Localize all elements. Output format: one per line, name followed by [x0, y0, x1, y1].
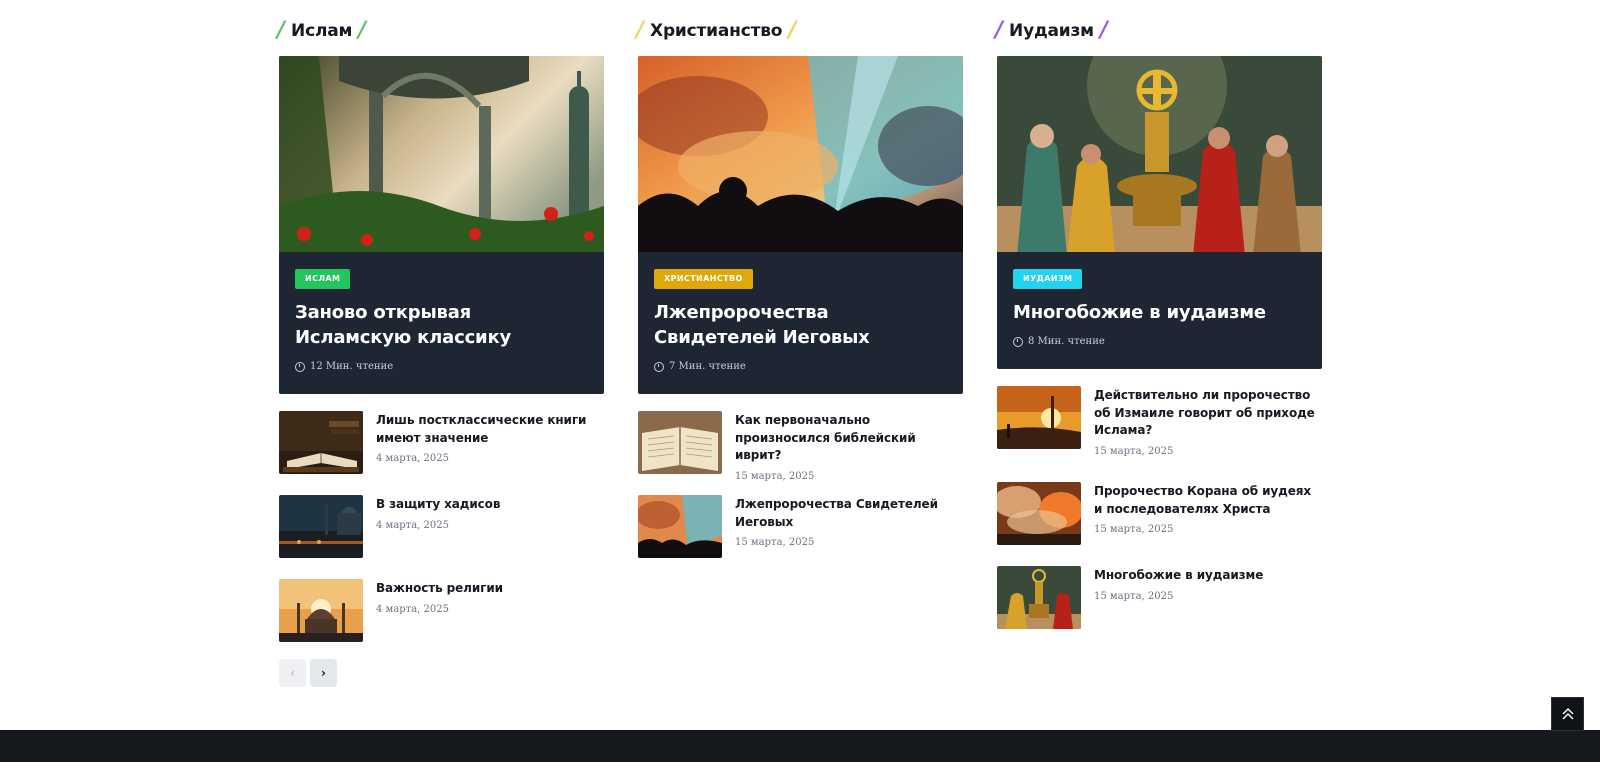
list-item[interactable]: Действительно ли пророчество об Измаиле …	[997, 386, 1322, 462]
section-islam: / Ислам / ИСЛАМ Заново открывая Исламску…	[277, 16, 604, 663]
read-time-text: 12 Мин. чтение	[310, 361, 394, 372]
read-time-text: 8 Мин. чтение	[1028, 336, 1105, 347]
featured-image[interactable]	[279, 56, 604, 252]
featured-title[interactable]: Лжепророчества Свидетелей Иеговых	[654, 300, 947, 350]
post-thumbnail[interactable]	[997, 482, 1081, 545]
list-item[interactable]: Как первоначально произносился библейски…	[638, 411, 963, 482]
double-chevron-up-icon	[1562, 708, 1573, 720]
section-title[interactable]: Христианство	[650, 21, 782, 41]
slash-left: /	[995, 18, 1004, 43]
post-thumbnail[interactable]	[997, 566, 1081, 629]
read-time-text: 7 Мин. чтение	[669, 361, 746, 372]
slash-left: /	[277, 18, 286, 43]
section-header: / Христианство /	[636, 16, 963, 46]
idol-worship-image	[997, 56, 1322, 252]
post-thumbnail[interactable]	[279, 579, 363, 642]
post-list: Лишь постклассические книги имеют значен…	[279, 411, 604, 643]
featured-title[interactable]: Заново открывая Исламскую классику	[295, 300, 588, 350]
post-title[interactable]: Как первоначально произносился библейски…	[735, 412, 963, 465]
post-title[interactable]: Важность религии	[376, 580, 503, 598]
list-item[interactable]: Пророчество Корана об иудеях и последова…	[997, 482, 1322, 546]
post-list: Как первоначально произносился библейски…	[638, 411, 963, 559]
heaven-crowd-thumb-image	[638, 495, 722, 558]
post-title[interactable]: Пророчество Корана об иудеях и последова…	[1094, 483, 1322, 518]
section-header: / Иудаизм /	[995, 16, 1322, 46]
post-date: 15 марта, 2025	[735, 470, 815, 482]
slash-right: /	[1099, 18, 1108, 43]
post-date: 4 марта, 2025	[376, 603, 449, 615]
slash-right: /	[358, 18, 367, 43]
section-header: / Ислам /	[277, 16, 604, 46]
slash-right: /	[788, 18, 797, 43]
category-badge[interactable]: Иудаизм	[1013, 269, 1083, 289]
stopwatch-icon	[654, 361, 664, 372]
post-thumbnail[interactable]	[638, 411, 722, 474]
read-time: 8 Мин. чтение	[1013, 336, 1306, 347]
next-page-button[interactable]: ›	[310, 659, 337, 687]
post-thumbnail[interactable]	[997, 386, 1081, 449]
pagination: ‹ ›	[279, 659, 337, 687]
section-christianity: / Христианство / ХРИСТИАНСТВО Лжепророче…	[636, 16, 963, 579]
featured-image[interactable]	[638, 56, 963, 252]
post-date: 15 марта, 2025	[1094, 524, 1174, 535]
old-books-image	[279, 411, 363, 474]
list-item[interactable]: Важность религии 4 марта, 2025	[279, 579, 604, 643]
category-badge[interactable]: Ислам	[295, 269, 351, 289]
open-bible-image	[638, 411, 722, 474]
post-date: 4 марта, 2025	[376, 453, 449, 464]
slash-left: /	[636, 18, 645, 43]
sunset-mosque-image	[279, 579, 363, 642]
heaven-crowd-image	[638, 56, 963, 252]
prev-page-button[interactable]: ‹	[279, 659, 306, 687]
list-item[interactable]: Многобожие в иудаизме 15 марта, 2025	[997, 566, 1322, 630]
stopwatch-icon	[1013, 336, 1023, 347]
section-title[interactable]: Ислам	[291, 21, 352, 41]
read-time: 7 Мин. чтение	[654, 361, 947, 372]
post-title[interactable]: Лжепророчества Свидетелей Иеговых	[735, 496, 963, 531]
post-date: 15 марта, 2025	[735, 537, 815, 548]
post-title[interactable]: В защиту хадисов	[376, 496, 500, 514]
post-thumbnail[interactable]	[638, 495, 722, 558]
section-judaism: / Иудаизм / ИУДАИЗМ Многобожие в иудаизм…	[995, 16, 1322, 650]
night-mosque-image	[279, 495, 363, 558]
post-thumbnail[interactable]	[279, 411, 363, 474]
post-thumbnail[interactable]	[279, 495, 363, 558]
post-title[interactable]: Многобожие в иудаизме	[1094, 567, 1263, 585]
fire-clouds-image	[997, 482, 1081, 545]
featured-card[interactable]: Христианство Лжепророчества Свидетелей И…	[638, 56, 963, 394]
list-item[interactable]: В защиту хадисов 4 марта, 2025	[279, 495, 604, 559]
post-date: 4 марта, 2025	[376, 519, 449, 531]
post-title[interactable]: Лишь постклассические книги имеют значен…	[376, 412, 604, 447]
featured-image[interactable]	[997, 56, 1322, 252]
desert-sunset-image	[997, 386, 1081, 449]
back-to-top-button[interactable]	[1551, 697, 1584, 731]
post-date: 15 марта, 2025	[1094, 445, 1174, 457]
post-date: 15 марта, 2025	[1094, 590, 1174, 602]
idol-worship-thumb-image	[997, 566, 1081, 629]
footer	[0, 730, 1600, 762]
post-list: Действительно ли пророчество об Измаиле …	[997, 386, 1322, 630]
read-time: 12 Мин. чтение	[295, 361, 588, 372]
post-title[interactable]: Действительно ли пророчество об Измаиле …	[1094, 387, 1322, 440]
featured-card[interactable]: Иудаизм Многобожие в иудаизме 8 Мин. чте…	[997, 56, 1322, 369]
section-title[interactable]: Иудаизм	[1009, 21, 1094, 41]
mosque-garden-image	[279, 56, 604, 252]
featured-title[interactable]: Многобожие в иудаизме	[1013, 300, 1306, 325]
featured-card[interactable]: Ислам Заново открывая Исламскую классику…	[279, 56, 604, 394]
list-item[interactable]: Лжепророчества Свидетелей Иеговых 15 мар…	[638, 495, 963, 559]
category-badge[interactable]: Христианство	[654, 269, 753, 289]
list-item[interactable]: Лишь постклассические книги имеют значен…	[279, 411, 604, 475]
stopwatch-icon	[295, 361, 305, 372]
